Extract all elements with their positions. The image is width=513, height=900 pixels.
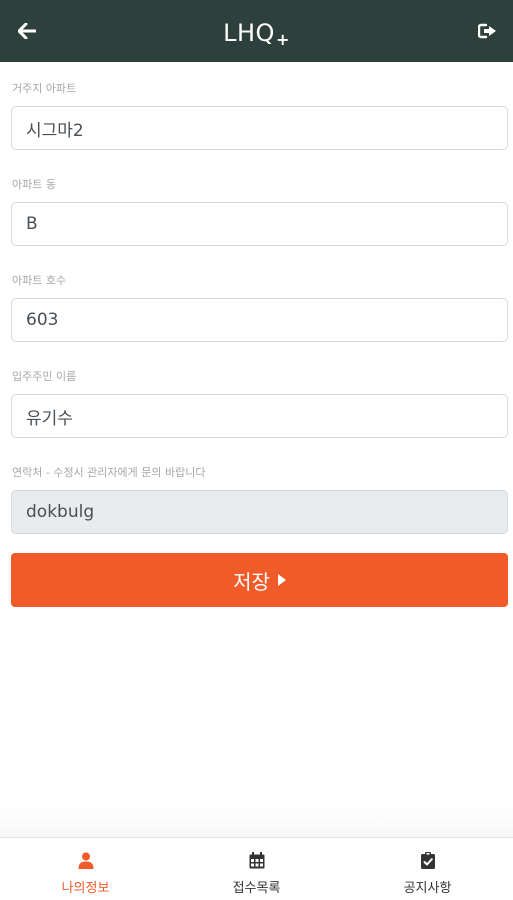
nav-label-notices: 공지사항 xyxy=(403,881,452,896)
app-screen: LHQ+ 거주지 아파트 시그마2 아파트 동 B 아파트 호수 603 입주주… xyxy=(0,0,513,900)
nav-item-requests[interactable]: 접수목록 xyxy=(171,838,342,900)
user-icon xyxy=(78,851,94,869)
resident-name-label: 입주주민 이름 xyxy=(12,370,77,383)
clipboard-check-icon xyxy=(420,851,435,869)
caret-right-icon xyxy=(277,574,286,586)
unit-label: 아파트 호수 xyxy=(12,274,67,287)
contact-value: dokbulg xyxy=(26,502,95,522)
building-value: B xyxy=(26,214,38,234)
title-text: LHQ xyxy=(223,19,275,47)
resident-name-input[interactable]: 유기수 xyxy=(11,394,508,438)
nav-label-my-info: 나의정보 xyxy=(61,881,110,896)
save-button[interactable]: 저장 xyxy=(11,553,508,607)
building-label: 아파트 동 xyxy=(12,178,56,191)
profile-form: 거주지 아파트 시그마2 아파트 동 B 아파트 호수 603 입주주민 이름 … xyxy=(11,80,508,607)
apartment-value: 시그마2 xyxy=(26,120,84,141)
sign-out-icon xyxy=(478,23,496,39)
apartment-input[interactable]: 시그마2 xyxy=(11,106,508,150)
nav-label-requests: 접수목록 xyxy=(232,881,281,896)
title-suffix: + xyxy=(275,30,290,49)
unit-input[interactable]: 603 xyxy=(11,298,508,342)
contact-input: dokbulg xyxy=(11,490,508,534)
resident-name-value: 유기수 xyxy=(26,408,73,429)
apartment-label: 거주지 아파트 xyxy=(12,82,77,95)
page-title: LHQ+ xyxy=(223,19,290,49)
building-input[interactable]: B xyxy=(11,202,508,246)
nav-item-notices[interactable]: 공지사항 xyxy=(342,838,513,900)
save-label: 저장 xyxy=(233,569,270,594)
bottom-nav: 나의정보 접수목록 공지사항 xyxy=(0,837,513,900)
nav-item-my-info[interactable]: 나의정보 xyxy=(0,838,171,900)
contact-label: 연락처 - 수정시 관리자에게 문의 바랍니다 xyxy=(12,466,206,479)
arrow-left-icon xyxy=(18,23,36,39)
app-header: LHQ+ xyxy=(0,0,513,62)
unit-value: 603 xyxy=(26,310,59,330)
logout-button[interactable] xyxy=(475,19,501,43)
content-fade xyxy=(0,808,513,838)
back-button[interactable] xyxy=(14,19,40,43)
calendar-icon xyxy=(249,851,265,869)
